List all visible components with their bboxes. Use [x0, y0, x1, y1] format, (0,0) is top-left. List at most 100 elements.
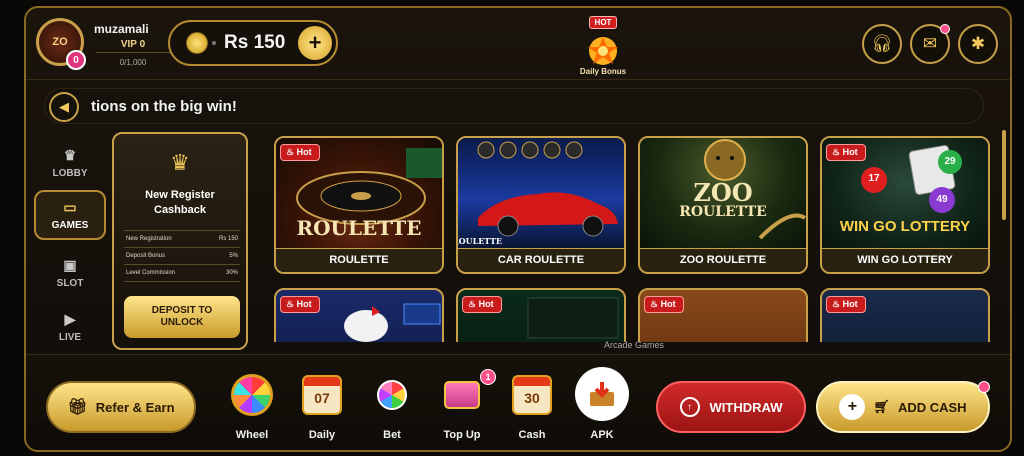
games-grid: ROULETTE ♨ Hot ROULETTE ROULETTE CAR ROU… — [274, 136, 996, 342]
announcement-bar: ◀ tions on the big win! — [44, 88, 984, 124]
game-card[interactable]: ♨ Hot — [638, 288, 808, 342]
game-label: ROULETTE — [276, 248, 442, 272]
game-card[interactable]: ♨ Hot — [456, 288, 626, 342]
button-label: WITHDRAW — [709, 399, 783, 415]
hot-badge: ♨ Hot — [280, 144, 320, 161]
fire-icon: ♨ — [650, 299, 659, 309]
quick-cash[interactable]: 30 Cash — [502, 373, 562, 441]
quick-daily[interactable]: 07 Daily — [292, 373, 352, 441]
add-cash-button[interactable]: + 🛒︎ ADD CASH — [816, 381, 990, 433]
plus-icon: + — [839, 394, 866, 420]
row-label: New Registration — [126, 236, 172, 242]
game-thumbnail: ZOO ROULETTE — [640, 138, 806, 250]
wheel-icon — [231, 374, 273, 416]
play-icon: ▶ — [64, 311, 76, 327]
mail-button[interactable]: ✉ — [910, 24, 950, 64]
lottery-ball-number: 29 — [944, 156, 956, 167]
megaphone-icon: ◀ — [49, 92, 79, 122]
separator-dot — [212, 41, 216, 45]
fire-icon: ♨ — [286, 299, 295, 309]
quick-wheel[interactable]: Wheel — [222, 373, 282, 441]
cart-icon: 🛒︎ — [873, 399, 890, 414]
table-row: New Registration Rs 150 — [124, 231, 240, 248]
crown-icon: ♛ — [170, 150, 190, 175]
hot-badge: ♨ Hot — [644, 296, 684, 313]
game-card-roulette[interactable]: ROULETTE ♨ Hot ROULETTE — [274, 136, 444, 274]
quick-label: APK — [590, 429, 614, 441]
sidebar-item-games[interactable]: ▭ GAMES — [34, 190, 106, 240]
notification-dot — [978, 381, 990, 393]
hot-tag: HOT — [588, 16, 618, 29]
hot-badge: ♨ Hot — [462, 296, 502, 313]
game-art-title: ROULETTE — [456, 236, 503, 246]
quick-apk[interactable]: APK — [572, 367, 632, 441]
sidebar-item-live[interactable]: ▶ LIVE — [34, 302, 106, 352]
slot-icon: ▣ — [63, 257, 77, 273]
bottom-bar: 🎁︎ Refer & Earn Wheel 07 Daily Bet 1 Top… — [26, 354, 1010, 450]
vip-level[interactable]: VIP 0 — [96, 39, 170, 53]
cashback-table: New Registration Rs 150 Deposit Bonus 5% L… — [124, 230, 240, 282]
notification-badge: 1 — [480, 369, 496, 385]
hot-label: Hot — [842, 147, 858, 157]
table-row: Level Commission 30% — [124, 265, 240, 282]
quick-top-up[interactable]: 1 Top Up — [432, 369, 496, 441]
deposit-to-unlock-button[interactable]: DEPOSIT TO UNLOCK — [124, 296, 240, 338]
row-value: 30% — [225, 270, 238, 276]
support-button[interactable]: 🎧︎ — [862, 24, 902, 64]
vip-progress: 0/1,000 — [119, 58, 147, 67]
username: muzamali — [94, 22, 149, 36]
sidebar-item-slot[interactable]: ▣ SLOT — [34, 248, 106, 298]
quick-label: Daily — [308, 429, 336, 441]
hot-label: Hot — [842, 299, 858, 309]
cashback-card: ♛ New Register Cashback New Registration… — [112, 132, 248, 350]
button-label: Refer & Earn — [95, 399, 175, 415]
game-card[interactable]: ♨ Hot — [274, 288, 444, 342]
game-card[interactable]: ♨ Hot — [820, 288, 990, 342]
game-label: CAR ROULETTE — [458, 248, 624, 272]
hot-label: Hot — [478, 299, 494, 309]
fire-icon: ♨ — [468, 299, 477, 309]
sidebar-item-lobby[interactable]: ♛ LOBBY — [34, 138, 106, 188]
calendar-icon: 30 — [512, 375, 552, 415]
game-label: WIN GO LOTTERY — [822, 248, 988, 272]
balance-pill: Rs 150 + — [168, 20, 338, 66]
button-label: ADD CASH — [897, 399, 967, 415]
calendar-icon: 07 — [302, 375, 342, 415]
game-card-zoo-roulette[interactable]: ZOO ROULETTE ZOO ROULETTE — [638, 136, 808, 274]
calendar-value: 07 — [314, 390, 330, 406]
crown-icon: ♛ — [63, 147, 77, 163]
row-value: Rs 150 — [218, 236, 238, 242]
game-thumbnail: ROULETTE — [458, 138, 624, 250]
gift-icon — [580, 31, 626, 69]
quick-label: Cash — [518, 429, 546, 441]
game-art-title: ROULETTE — [679, 204, 767, 220]
announcement-text: tions on the big win! — [91, 98, 237, 115]
game-art-title: ROULETTE — [296, 216, 422, 240]
quick-label: Top Up — [443, 429, 481, 441]
fire-icon: ♨ — [832, 299, 841, 309]
button-label-line: DEPOSIT TO — [151, 305, 213, 316]
row-label: Level Commission — [126, 270, 176, 276]
hot-label: Hot — [660, 299, 676, 309]
quick-label: Wheel — [235, 429, 269, 441]
header: ZO 0 muzamali VIP 0 0/1,000 Rs 150 + HOT… — [26, 8, 1010, 80]
table-row: Deposit Bonus 5% — [124, 248, 240, 265]
game-card-win-go-lottery[interactable]: 17 29 49 WIN GO LOTTERY ♨ Hot WIN GO LOT… — [820, 136, 990, 274]
download-icon — [575, 367, 629, 421]
notification-dot — [940, 24, 950, 34]
refer-and-earn-button[interactable]: 🎁︎ Refer & Earn — [46, 381, 196, 433]
sidebar-item-label: LOBBY — [52, 168, 88, 179]
row-value: 5% — [229, 253, 238, 259]
settings-button[interactable]: ✱ — [958, 24, 998, 64]
button-label-line: UNLOCK — [160, 317, 204, 328]
avatar-badge: 0 — [66, 50, 86, 70]
add-balance-button[interactable]: + — [298, 26, 332, 60]
quick-bet[interactable]: Bet — [362, 373, 422, 441]
game-card-car-roulette[interactable]: ROULETTE CAR ROULETTE — [456, 136, 626, 274]
withdraw-button[interactable]: ↑ WITHDRAW — [656, 381, 806, 433]
daily-bonus-button[interactable]: HOT Daily Bonus — [570, 12, 636, 76]
row-label: Deposit Bonus — [126, 253, 166, 259]
games-scrollbar[interactable] — [1002, 130, 1006, 220]
sidebar-item-label: LIVE — [58, 332, 82, 343]
gear-icon: ✱ — [970, 34, 986, 53]
